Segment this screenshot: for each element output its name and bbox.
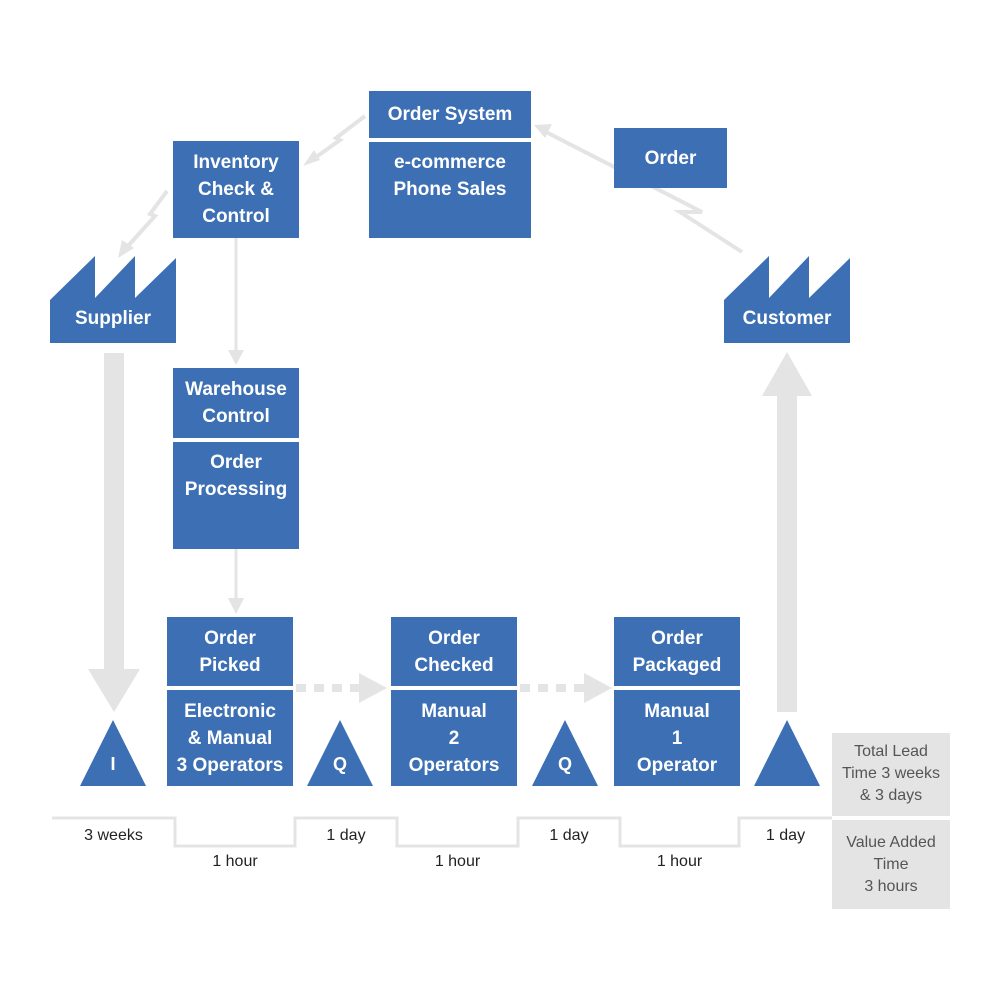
process-time-label: 1 hour (434, 853, 481, 870)
order-system-detail: e-commerce (394, 152, 506, 173)
process-title-box: Order Picked (167, 617, 293, 686)
process-title: Checked (414, 654, 494, 676)
electronic-flow-arrow (310, 114, 367, 162)
process-detail-box: Manual 2 Operators (391, 690, 517, 786)
order-system-detail: Phone Sales (393, 179, 507, 200)
arrowhead (228, 598, 244, 614)
warehouse-line: Warehouse (185, 379, 287, 400)
process-time-label: 1 hour (212, 853, 258, 870)
warehouse-line: Control (202, 406, 270, 427)
process-detail-box: Manual 1 Operator (614, 690, 740, 786)
queue-label: Q (557, 754, 572, 774)
electronic-flow-arrow (126, 189, 169, 248)
order-system-details: e-commerce Phone Sales (369, 142, 531, 238)
shipment-arrow (104, 353, 124, 671)
process-title: Picked (199, 654, 261, 676)
process-title-box: Order Checked (391, 617, 517, 686)
process-title: Order (428, 627, 480, 649)
supplier-label: Supplier (74, 308, 151, 329)
queue-label: Q (332, 754, 347, 774)
value-added-line: Value Added (846, 834, 936, 851)
process-detail: Manual (644, 700, 710, 722)
order-system-title: Order System (369, 91, 531, 138)
value-added-time-box: Value Added Time 3 hours (832, 820, 950, 909)
process-detail: Manual (421, 700, 487, 722)
order-note-label: Order (644, 147, 697, 169)
process-detail: 3 Operators (176, 754, 284, 776)
value-added-line: 3 hours (864, 878, 918, 895)
arrowhead (762, 352, 812, 396)
queue-triangle-icon (532, 720, 598, 786)
value-added-line: Time (873, 856, 909, 873)
process-detail-box: Electronic & Manual 3 Operators (167, 690, 293, 786)
order-system-label: Order System (387, 104, 513, 125)
inventory-line: Check & (197, 179, 275, 200)
process-detail: & Manual (187, 727, 273, 749)
process-detail: Operators (408, 754, 500, 776)
total-lead-time-box: Total Lead Time 3 weeks & 3 days (832, 733, 950, 816)
inventory-line: Control (202, 206, 270, 227)
process-detail: Electronic (184, 700, 276, 722)
wait-time-label: 1 day (765, 827, 806, 844)
process-detail: 2 (448, 727, 460, 749)
process-title: Order (204, 627, 256, 649)
arrowhead (359, 673, 387, 703)
customer-label: Customer (742, 308, 832, 329)
lead-time-line: & 3 days (859, 787, 923, 804)
wait-time-label: 3 weeks (84, 827, 143, 844)
arrowhead (303, 150, 320, 166)
queue-triangle-icon (307, 720, 373, 786)
inventory-check-box: Inventory Check & Control (173, 141, 299, 238)
inventory-line: Inventory (193, 152, 279, 173)
lead-time-line: Total Lead (854, 743, 928, 760)
process-title-box: Order Packaged (614, 617, 740, 686)
arrowhead (584, 673, 612, 703)
shipping-triangle-icon (754, 720, 820, 786)
inventory-label: I (110, 754, 116, 774)
wait-time-label: 1 day (549, 827, 589, 844)
lead-time-line: Time 3 weeks (841, 765, 941, 782)
wait-time-label: 1 day (326, 827, 366, 844)
arrowhead (88, 669, 140, 712)
process-detail: Operator (636, 754, 718, 776)
shipment-arrow (777, 395, 797, 712)
order-processing-box: Order Processing (173, 442, 299, 549)
process-time-label: 1 hour (656, 853, 703, 870)
process-title: Order (651, 627, 703, 649)
inventory-triangle-icon (80, 720, 146, 786)
warehouse-detail: Order (210, 452, 262, 473)
process-detail: 1 (671, 727, 683, 749)
warehouse-control-box: Warehouse Control (173, 368, 299, 438)
arrowhead (228, 350, 244, 365)
process-title: Packaged (632, 654, 722, 676)
order-note-box: Order (614, 128, 727, 188)
warehouse-detail: Processing (184, 479, 288, 500)
